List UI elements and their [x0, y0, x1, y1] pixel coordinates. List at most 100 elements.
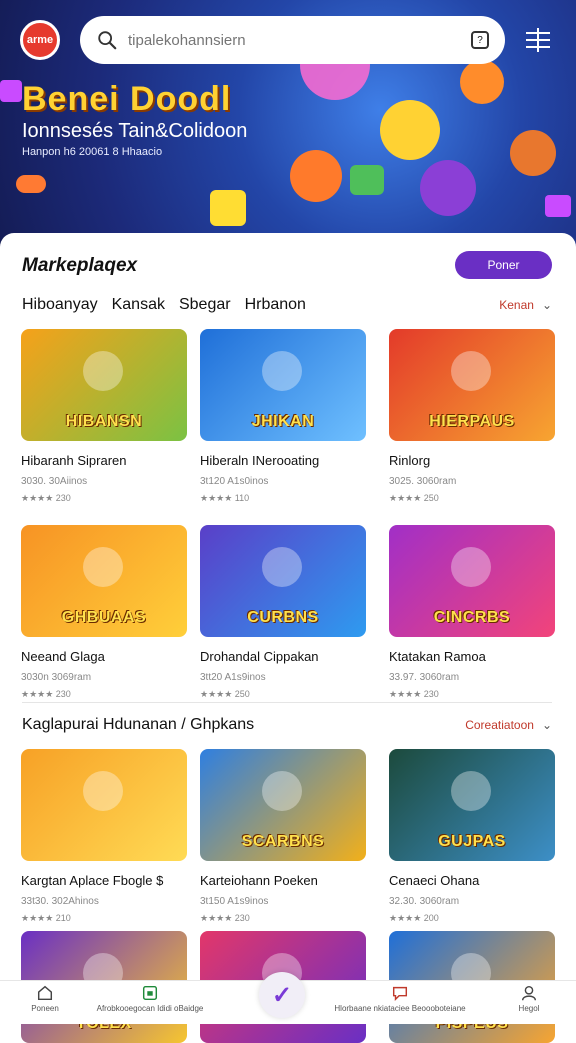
game-price: 3t120 A1s0inos	[200, 476, 269, 487]
game-thumbnail[interactable]	[21, 749, 187, 861]
mascot-brown	[510, 130, 556, 176]
game-card[interactable]: HIBANSN Hibaranh Sipraren 3030. 30Aiinos ★★…	[21, 329, 187, 504]
voice-search-icon[interactable]: ?	[471, 31, 489, 49]
mascot-icon	[262, 771, 302, 811]
section-sort-dropdown[interactable]: Kenan ⌄	[499, 298, 552, 312]
game-thumbnail[interactable]: CURBNS	[200, 525, 366, 637]
game-name: Rinlorg	[389, 453, 431, 468]
mascot-purple	[420, 160, 476, 216]
game-price: 33t30. 302Ahinos	[21, 896, 99, 907]
game-price: 3tt20 A1s9inos	[200, 672, 266, 683]
search-bar[interactable]: ?	[80, 16, 505, 64]
nav-label-chat: Hlorbaane nkiataciee Beoooboteiane	[334, 1004, 466, 1013]
chevron-down-icon: ⌄	[541, 718, 552, 732]
game-thumbnail[interactable]: CINCRBS	[389, 525, 555, 637]
voice-search-label: ?	[477, 34, 483, 46]
nav-item-profile[interactable]: Hegol	[506, 984, 552, 1013]
hero-subtitle: Ionnsesés Tain&Colidoon	[22, 120, 248, 142]
game-name: Hiberaln INerooating	[200, 453, 320, 468]
game-thumbnail-title: GHBUAAS	[61, 609, 147, 626]
game-thumbnail[interactable]: JHIKAN	[200, 329, 366, 441]
game-card[interactable]: CINCRBS Ktatakan Ramoa 33.97. 3060ram ★★★★ …	[389, 525, 555, 700]
game-rating: ★★★★ 250	[389, 493, 439, 503]
nav-label-home: Poneen	[31, 1004, 59, 1013]
game-name: Karteiohann Poeken	[200, 873, 318, 888]
tab-category-2[interactable]: Kansak	[112, 296, 165, 314]
game-name: Hibaranh Sipraren	[21, 453, 127, 468]
section-more-dropdown[interactable]: Coreatiatoon ⌄	[465, 718, 552, 732]
tab-category-3[interactable]: Sbegar	[179, 296, 231, 314]
game-card[interactable]: JHIKAN Hiberaln INerooating 3t120 A1s0inos…	[200, 329, 366, 504]
game-thumbnail[interactable]: HIBANSN	[21, 329, 187, 441]
checkmark-icon: ✓	[271, 981, 293, 1009]
game-rating: ★★★★ 210	[21, 913, 71, 923]
section-sort-label: Kenan	[499, 298, 534, 312]
marketplace-title: Markeplaqex	[22, 255, 138, 276]
game-price: 3030n 3069ram	[21, 672, 92, 683]
home-icon	[37, 985, 53, 1001]
section-title-text: Kaglapurai Hdunanan / Ghpkans	[22, 716, 255, 733]
game-thumbnail-title: CURBNS	[247, 609, 319, 626]
game-card[interactable]: HIERPAUS Rinlorg 3025. 3060ram ★★★★ 250	[389, 329, 555, 504]
mascot-icon	[83, 351, 123, 391]
primary-button[interactable]: Poner	[455, 251, 552, 279]
mascot-icon	[451, 351, 491, 391]
game-rating: ★★★★ 230	[389, 689, 439, 699]
tab-category-1[interactable]: Hiboanyay	[22, 296, 98, 314]
mascot-orange	[460, 60, 504, 104]
hero-title: Benei Doodl	[22, 80, 232, 118]
game-thumbnail[interactable]: HIERPAUS	[389, 329, 555, 441]
mascot-icon	[262, 547, 302, 587]
hero-caption: Hanpon h6 20061 8 Hhaacio	[22, 146, 163, 158]
nav-item-home[interactable]: Poneen	[22, 984, 68, 1013]
search-input[interactable]	[128, 31, 471, 49]
category-tabs: Hiboanyay Kansak Sbegar Hrbanon	[22, 296, 306, 314]
chat-icon	[392, 986, 408, 1002]
candy-orange	[16, 175, 46, 193]
game-price: 3t150 A1s9inos	[200, 896, 269, 907]
mascot-icon	[451, 547, 491, 587]
hero-banner[interactable]: arme ? Benei Doodl Ionnsesés Tain&Colido…	[0, 0, 576, 250]
game-price: 3025. 3060ram	[389, 476, 457, 487]
game-rating: ★★★★ 230	[21, 689, 71, 699]
section-more-label: Coreatiatoon	[465, 718, 534, 732]
candy-yellow	[210, 190, 246, 226]
game-rating: ★★★★ 230	[200, 913, 250, 923]
game-card[interactable]: GUJPAS Cenaeci Ohana 32.30. 3060ram ★★★★ 20…	[389, 749, 555, 924]
filter-icon[interactable]	[520, 24, 556, 56]
mascot-icon	[262, 351, 302, 391]
search-icon	[98, 31, 117, 50]
app-logo[interactable]: arme	[20, 20, 60, 60]
game-thumbnail-title: SCARBNS	[241, 833, 325, 850]
candy-green	[350, 165, 384, 195]
nav-label-profile: Hegol	[518, 1004, 540, 1013]
mascot-icon	[83, 547, 123, 587]
game-card[interactable]: GHBUAAS Neeand Glaga 3030n 3069ram ★★★★ 230	[21, 525, 187, 700]
game-thumbnail-title: CINCRBS	[433, 609, 511, 626]
game-card[interactable]: CURBNS Drohandal Cippakan 3tt20 A1s9inos ★★…	[200, 525, 366, 700]
game-price: 3030. 30Aiinos	[21, 476, 88, 487]
calendar-icon	[142, 985, 158, 1001]
center-action-button[interactable]: ✓	[259, 972, 305, 1018]
game-thumbnail[interactable]: SCARBNS	[200, 749, 366, 861]
nav-item-calendar[interactable]: Afrobkooegocan Ididi oBaidge	[70, 984, 230, 1013]
game-thumbnail-title: HIBANSN	[65, 413, 143, 430]
nav-item-chat[interactable]: Hlorbaane nkiataciee Beoooboteiane	[300, 984, 500, 1013]
nav-label-calendar: Afrobkooegocan Ididi oBaidge	[96, 1004, 204, 1013]
game-price: 33.97. 3060ram	[389, 672, 460, 683]
mascot-yellow	[380, 100, 440, 160]
game-name: Drohandal Cippakan	[200, 649, 319, 664]
tab-category-4[interactable]: Hrbanon	[245, 296, 306, 314]
user-icon	[521, 985, 537, 1001]
game-thumbnail[interactable]: GUJPAS	[389, 749, 555, 861]
game-card[interactable]: SCARBNS Karteiohann Poeken 3t150 A1s9inos ★…	[200, 749, 366, 924]
game-card[interactable]: Kargtan Aplace Fbogle $ 33t30. 302Ahinos ★…	[21, 749, 187, 924]
candy-purple	[0, 80, 22, 102]
game-name: Kargtan Aplace Fbogle $	[21, 873, 164, 888]
game-rating: ★★★★ 200	[389, 913, 439, 923]
game-rating: ★★★★ 110	[200, 493, 250, 503]
game-rating: ★★★★ 250	[200, 689, 250, 699]
game-price: 32.30. 3060ram	[389, 896, 460, 907]
game-thumbnail[interactable]: GHBUAAS	[21, 525, 187, 637]
game-thumbnail-title: HIERPAUS	[429, 413, 515, 430]
